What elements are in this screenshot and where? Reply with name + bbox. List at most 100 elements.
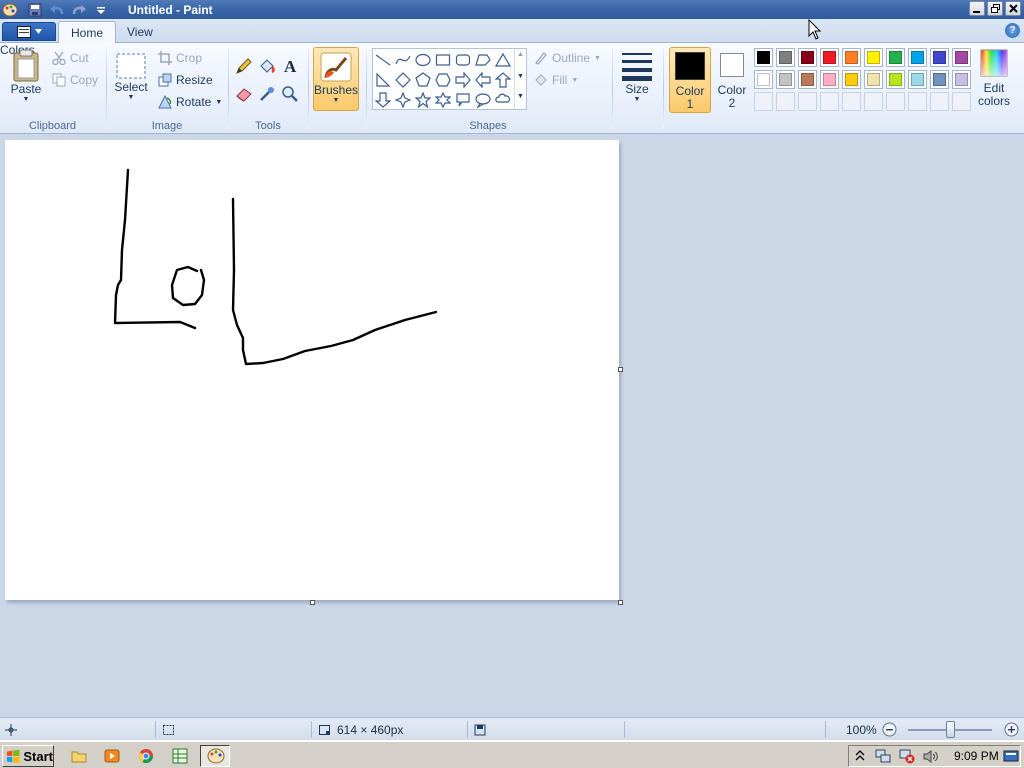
undo-icon[interactable] xyxy=(48,2,66,18)
scroll-up-icon[interactable]: ▲ xyxy=(517,51,524,58)
custom-color-slot[interactable] xyxy=(820,92,839,111)
four-point-star-shape[interactable] xyxy=(393,90,413,110)
custom-color-slot[interactable] xyxy=(864,92,883,111)
palette-color-swatch[interactable] xyxy=(820,48,839,67)
rounded-callout-shape[interactable] xyxy=(453,90,473,110)
palette-color-swatch[interactable] xyxy=(798,48,817,67)
line-shape[interactable] xyxy=(373,50,393,70)
spreadsheet-app-icon[interactable] xyxy=(171,747,189,765)
help-icon[interactable]: ? xyxy=(1005,23,1020,38)
shapes-scrollbar[interactable]: ▲ ▼ ▼ xyxy=(514,49,526,109)
resize-button[interactable]: Resize xyxy=(158,71,213,89)
custom-color-slot[interactable] xyxy=(798,92,817,111)
cloud-callout-shape[interactable] xyxy=(493,90,513,110)
palette-color-swatch[interactable] xyxy=(886,48,905,67)
custom-color-slot[interactable] xyxy=(908,92,927,111)
fill-tool[interactable] xyxy=(256,56,277,76)
action-center-icon[interactable] xyxy=(1003,749,1019,767)
cut-button[interactable]: Cut xyxy=(52,49,89,67)
save-icon[interactable] xyxy=(26,2,44,18)
fill-button[interactable]: Fill ▼ xyxy=(534,71,578,89)
palette-color-swatch[interactable] xyxy=(886,70,905,89)
pentagon-shape[interactable] xyxy=(413,70,433,90)
rotate-button[interactable]: Rotate ▼ xyxy=(158,93,222,111)
oval-shape[interactable] xyxy=(413,50,433,70)
resize-handle-corner[interactable] xyxy=(618,600,623,605)
custom-color-slot[interactable] xyxy=(952,92,971,111)
close-button[interactable] xyxy=(1005,1,1021,16)
custom-color-slot[interactable] xyxy=(886,92,905,111)
scroll-down-icon[interactable]: ▼ xyxy=(517,73,524,80)
color-picker-tool[interactable] xyxy=(256,84,277,104)
eraser-tool[interactable] xyxy=(233,84,254,104)
palette-color-swatch[interactable] xyxy=(754,48,773,67)
paint-menu-button[interactable] xyxy=(2,22,56,41)
triangle-shape[interactable] xyxy=(493,50,513,70)
custom-color-slot[interactable] xyxy=(776,92,795,111)
palette-color-swatch[interactable] xyxy=(776,70,795,89)
up-arrow-shape[interactable] xyxy=(493,70,513,90)
volume-icon[interactable] xyxy=(923,749,939,767)
magnifier-tool[interactable] xyxy=(279,84,300,104)
palette-color-swatch[interactable] xyxy=(908,48,927,67)
palette-color-swatch[interactable] xyxy=(842,48,861,67)
palette-color-swatch[interactable] xyxy=(930,48,949,67)
palette-color-swatch[interactable] xyxy=(908,70,927,89)
chrome-icon[interactable] xyxy=(137,747,155,765)
right-arrow-shape[interactable] xyxy=(453,70,473,90)
redo-icon[interactable] xyxy=(70,2,88,18)
edit-colors-button[interactable]: Edit colors xyxy=(975,49,1013,107)
file-explorer-icon[interactable] xyxy=(70,747,88,765)
crop-button[interactable]: Crop xyxy=(158,49,202,67)
canvas-workspace[interactable] xyxy=(0,134,1024,717)
rectangle-shape[interactable] xyxy=(433,50,453,70)
size-button[interactable]: Size ▼ xyxy=(617,49,657,103)
text-tool[interactable]: A xyxy=(279,56,300,76)
custom-color-slot[interactable] xyxy=(842,92,861,111)
five-point-star-shape[interactable] xyxy=(413,90,433,110)
network-icon[interactable] xyxy=(875,749,891,767)
left-arrow-shape[interactable] xyxy=(473,70,493,90)
hexagon-shape[interactable] xyxy=(433,70,453,90)
minimize-button[interactable] xyxy=(969,1,985,16)
curve-shape[interactable] xyxy=(393,50,413,70)
color2-button[interactable]: Color 2 xyxy=(713,47,751,113)
zoom-out-button[interactable] xyxy=(882,720,897,739)
pencil-tool[interactable] xyxy=(233,56,254,76)
palette-color-swatch[interactable] xyxy=(776,48,795,67)
rounded-rectangle-shape[interactable] xyxy=(453,50,473,70)
palette-color-swatch[interactable] xyxy=(754,70,773,89)
paint-app-icon[interactable] xyxy=(2,2,18,17)
palette-color-swatch[interactable] xyxy=(952,48,971,67)
resize-handle-right[interactable] xyxy=(618,367,623,372)
resize-handle-bottom[interactable] xyxy=(310,600,315,605)
palette-color-swatch[interactable] xyxy=(864,48,883,67)
zoom-in-button[interactable] xyxy=(1004,720,1019,739)
palette-color-swatch[interactable] xyxy=(930,70,949,89)
palette-color-swatch[interactable] xyxy=(952,70,971,89)
copy-button[interactable]: Copy xyxy=(52,71,98,89)
custom-color-slot[interactable] xyxy=(754,92,773,111)
drawing-canvas[interactable] xyxy=(5,140,619,600)
palette-color-swatch[interactable] xyxy=(842,70,861,89)
paint-taskbar-button[interactable] xyxy=(200,745,230,767)
right-triangle-shape[interactable] xyxy=(373,70,393,90)
show-hidden-icons-icon[interactable] xyxy=(855,749,865,766)
paste-button[interactable]: Paste ▼ xyxy=(8,49,44,103)
zoom-slider-thumb[interactable] xyxy=(945,721,955,738)
restore-button[interactable] xyxy=(987,1,1003,16)
down-arrow-shape[interactable] xyxy=(373,90,393,110)
color1-button[interactable]: Color 1 xyxy=(669,47,711,113)
expand-gallery-icon[interactable]: ▼ xyxy=(517,93,524,100)
palette-color-swatch[interactable] xyxy=(798,70,817,89)
customize-toolbar-icon[interactable] xyxy=(92,2,110,18)
start-button[interactable]: Start xyxy=(2,745,54,767)
brushes-button[interactable]: Brushes ▼ xyxy=(313,47,359,111)
custom-color-slot[interactable] xyxy=(930,92,949,111)
tab-home[interactable]: Home xyxy=(58,21,117,43)
media-player-icon[interactable] xyxy=(103,747,121,765)
tab-view[interactable]: View xyxy=(115,21,165,43)
six-point-star-shape[interactable] xyxy=(433,90,453,110)
outline-button[interactable]: Outline ▼ xyxy=(534,49,601,67)
palette-color-swatch[interactable] xyxy=(864,70,883,89)
